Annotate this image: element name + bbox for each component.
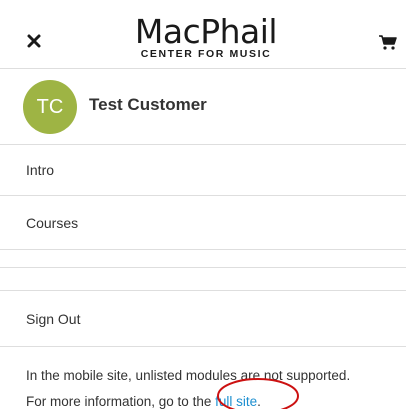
menu-item-label: Intro	[26, 162, 55, 178]
menu-item-label: Courses	[26, 215, 79, 231]
note-line-1: In the mobile site, unlisted modules are…	[26, 368, 351, 383]
logo-wordmark: MacPhail	[134, 12, 278, 51]
macphail-logo[interactable]: MacPhail CENTER FOR MUSIC	[128, 14, 284, 66]
note-line-2: For more information, go to the full sit…	[26, 389, 398, 409]
close-icon[interactable]	[25, 32, 43, 50]
note-line-2-suffix: .	[257, 394, 261, 409]
logo-subtitle: CENTER FOR MUSIC	[140, 48, 272, 60]
cart-icon[interactable]	[378, 33, 398, 51]
menu-item-label: Sign Out	[26, 311, 81, 327]
header-bar: MacPhail CENTER FOR MUSIC	[0, 0, 406, 69]
user-profile-row[interactable]: TC Test Customer	[0, 69, 406, 145]
mobile-menu-page: MacPhail CENTER FOR MUSIC TC Test Custom…	[0, 0, 406, 409]
avatar: TC	[23, 80, 77, 134]
mobile-site-note: In the mobile site, unlisted modules are…	[26, 363, 398, 409]
menu-item-sign-out[interactable]: Sign Out	[0, 291, 406, 347]
menu-item-empty[interactable]	[0, 268, 406, 291]
full-site-link[interactable]: full site	[215, 394, 257, 409]
user-name: Test Customer	[89, 95, 207, 114]
note-line-2-prefix: For more information, go to the	[26, 394, 216, 409]
menu-item-intro[interactable]: Intro	[0, 145, 406, 196]
menu-item-courses[interactable]: Courses	[0, 196, 406, 250]
menu-item-empty[interactable]	[0, 250, 406, 268]
